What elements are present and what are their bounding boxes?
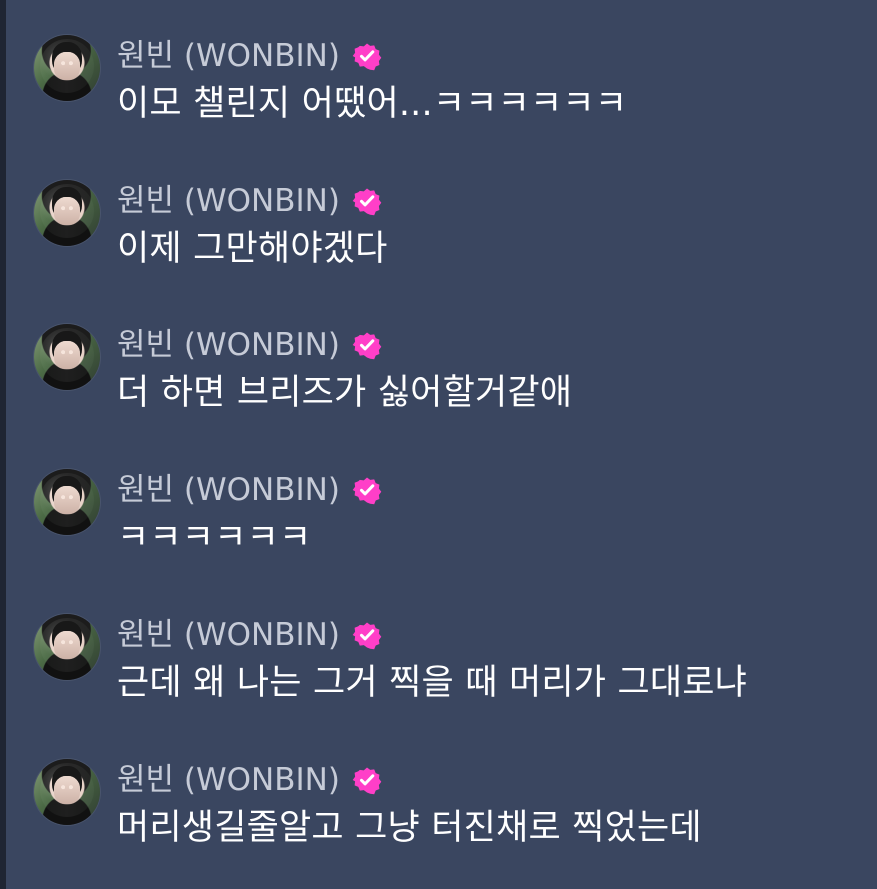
message-text: 이제 그만해야겠다: [117, 229, 388, 269]
sender-name: 원빈 (WONBIN): [117, 38, 340, 74]
message-text: ㅋㅋㅋㅋㅋㅋ: [117, 518, 312, 558]
message-text: 이모 챌린지 어땠어...ㅋㅋㅋㅋㅋㅋ: [117, 84, 628, 124]
verified-icon: [352, 186, 382, 216]
message-text: 근데 왜 나는 그거 찍을 때 머리가 그대로냐: [117, 663, 748, 703]
sender-name: 원빈 (WONBIN): [117, 617, 340, 653]
chat-message: 원빈 (WONBIN) 이모 챌린지 어땠어...ㅋㅋㅋㅋㅋㅋ: [0, 35, 877, 165]
message-header: 원빈 (WONBIN): [117, 618, 382, 652]
verified-icon: [352, 765, 382, 795]
avatar: [34, 180, 100, 246]
chat-message: 원빈 (WONBIN) 근데 왜 나는 그거 찍을 때 머리가 그대로냐: [0, 614, 877, 744]
sender-name: 원빈 (WONBIN): [117, 327, 340, 363]
chat-message: 원빈 (WONBIN) 머리생길줄알고 그냥 터진채로 찍었는데: [0, 759, 877, 889]
sender-name: 원빈 (WONBIN): [117, 762, 340, 798]
message-header: 원빈 (WONBIN): [117, 473, 382, 507]
avatar: [34, 614, 100, 680]
avatar: [34, 35, 100, 101]
sender-name: 원빈 (WONBIN): [117, 183, 340, 219]
message-header: 원빈 (WONBIN): [117, 39, 382, 73]
verified-icon: [352, 475, 382, 505]
verified-icon: [352, 330, 382, 360]
chat-message: 원빈 (WONBIN) ㅋㅋㅋㅋㅋㅋ: [0, 469, 877, 599]
avatar: [34, 759, 100, 825]
chat-thread: 원빈 (WONBIN) 이모 챌린지 어땠어...ㅋㅋㅋㅋㅋㅋ 원빈 (WONB…: [0, 0, 877, 889]
message-text: 머리생길줄알고 그냥 터진채로 찍었는데: [117, 808, 702, 848]
message-text: 더 하면 브리즈가 싫어할거같애: [117, 373, 573, 413]
verified-icon: [352, 620, 382, 650]
verified-icon: [352, 41, 382, 71]
message-header: 원빈 (WONBIN): [117, 184, 382, 218]
message-header: 원빈 (WONBIN): [117, 763, 382, 797]
chat-message: 원빈 (WONBIN) 이제 그만해야겠다: [0, 180, 877, 310]
chat-message: 원빈 (WONBIN) 더 하면 브리즈가 싫어할거같애: [0, 324, 877, 454]
avatar: [34, 324, 100, 390]
avatar: [34, 469, 100, 535]
message-header: 원빈 (WONBIN): [117, 328, 382, 362]
sender-name: 원빈 (WONBIN): [117, 472, 340, 508]
